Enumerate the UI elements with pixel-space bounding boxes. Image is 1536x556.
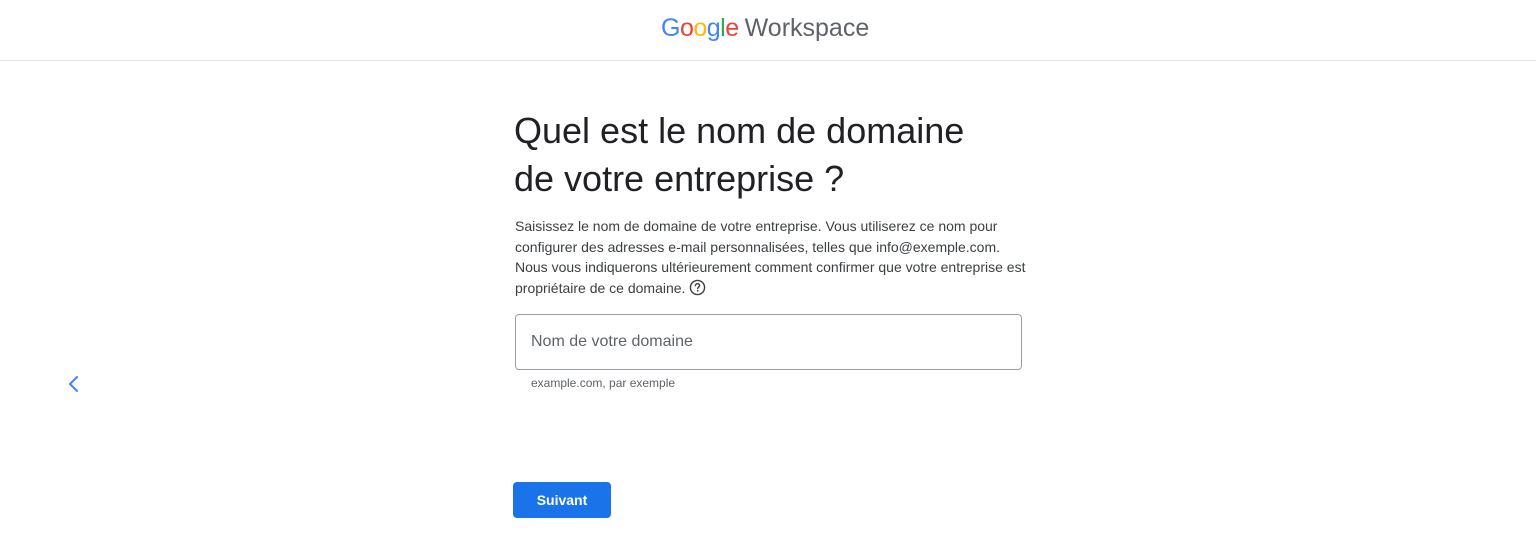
page-title-line-1: Quel est le nom de domaine (514, 110, 965, 151)
page: Google Workspace Quel est le nom de domai… (0, 0, 1536, 556)
domain-hint: example.com, par exemple (531, 376, 676, 390)
logo-letter: e (725, 14, 739, 42)
google-workspace-logo: Google Workspace (661, 12, 869, 44)
logo-letter: o (679, 14, 694, 42)
logo-letter: G (661, 14, 680, 42)
page-title-line-2: de votre entreprise ? (514, 158, 845, 199)
back-button[interactable] (62, 372, 86, 396)
next-button[interactable]: Suivant (513, 482, 611, 518)
description-text: Saisissez le nom de domaine de votre ent… (515, 218, 1026, 296)
top-bar: Google Workspace (0, 0, 1536, 61)
logo-letter: o (693, 14, 707, 42)
description: Saisissez le nom de domaine de votre ent… (515, 216, 1035, 298)
domain-input[interactable] (516, 315, 1021, 369)
google-wordmark: Google (661, 14, 739, 42)
workspace-wordmark: Workspace (744, 14, 870, 42)
page-title: Quel est le nom de domaine de votre entr… (514, 107, 1034, 203)
chevron-left-icon (69, 376, 78, 392)
domain-field (515, 314, 1022, 370)
help-circle-icon[interactable] (689, 279, 706, 296)
logo-letter: g (706, 14, 721, 42)
